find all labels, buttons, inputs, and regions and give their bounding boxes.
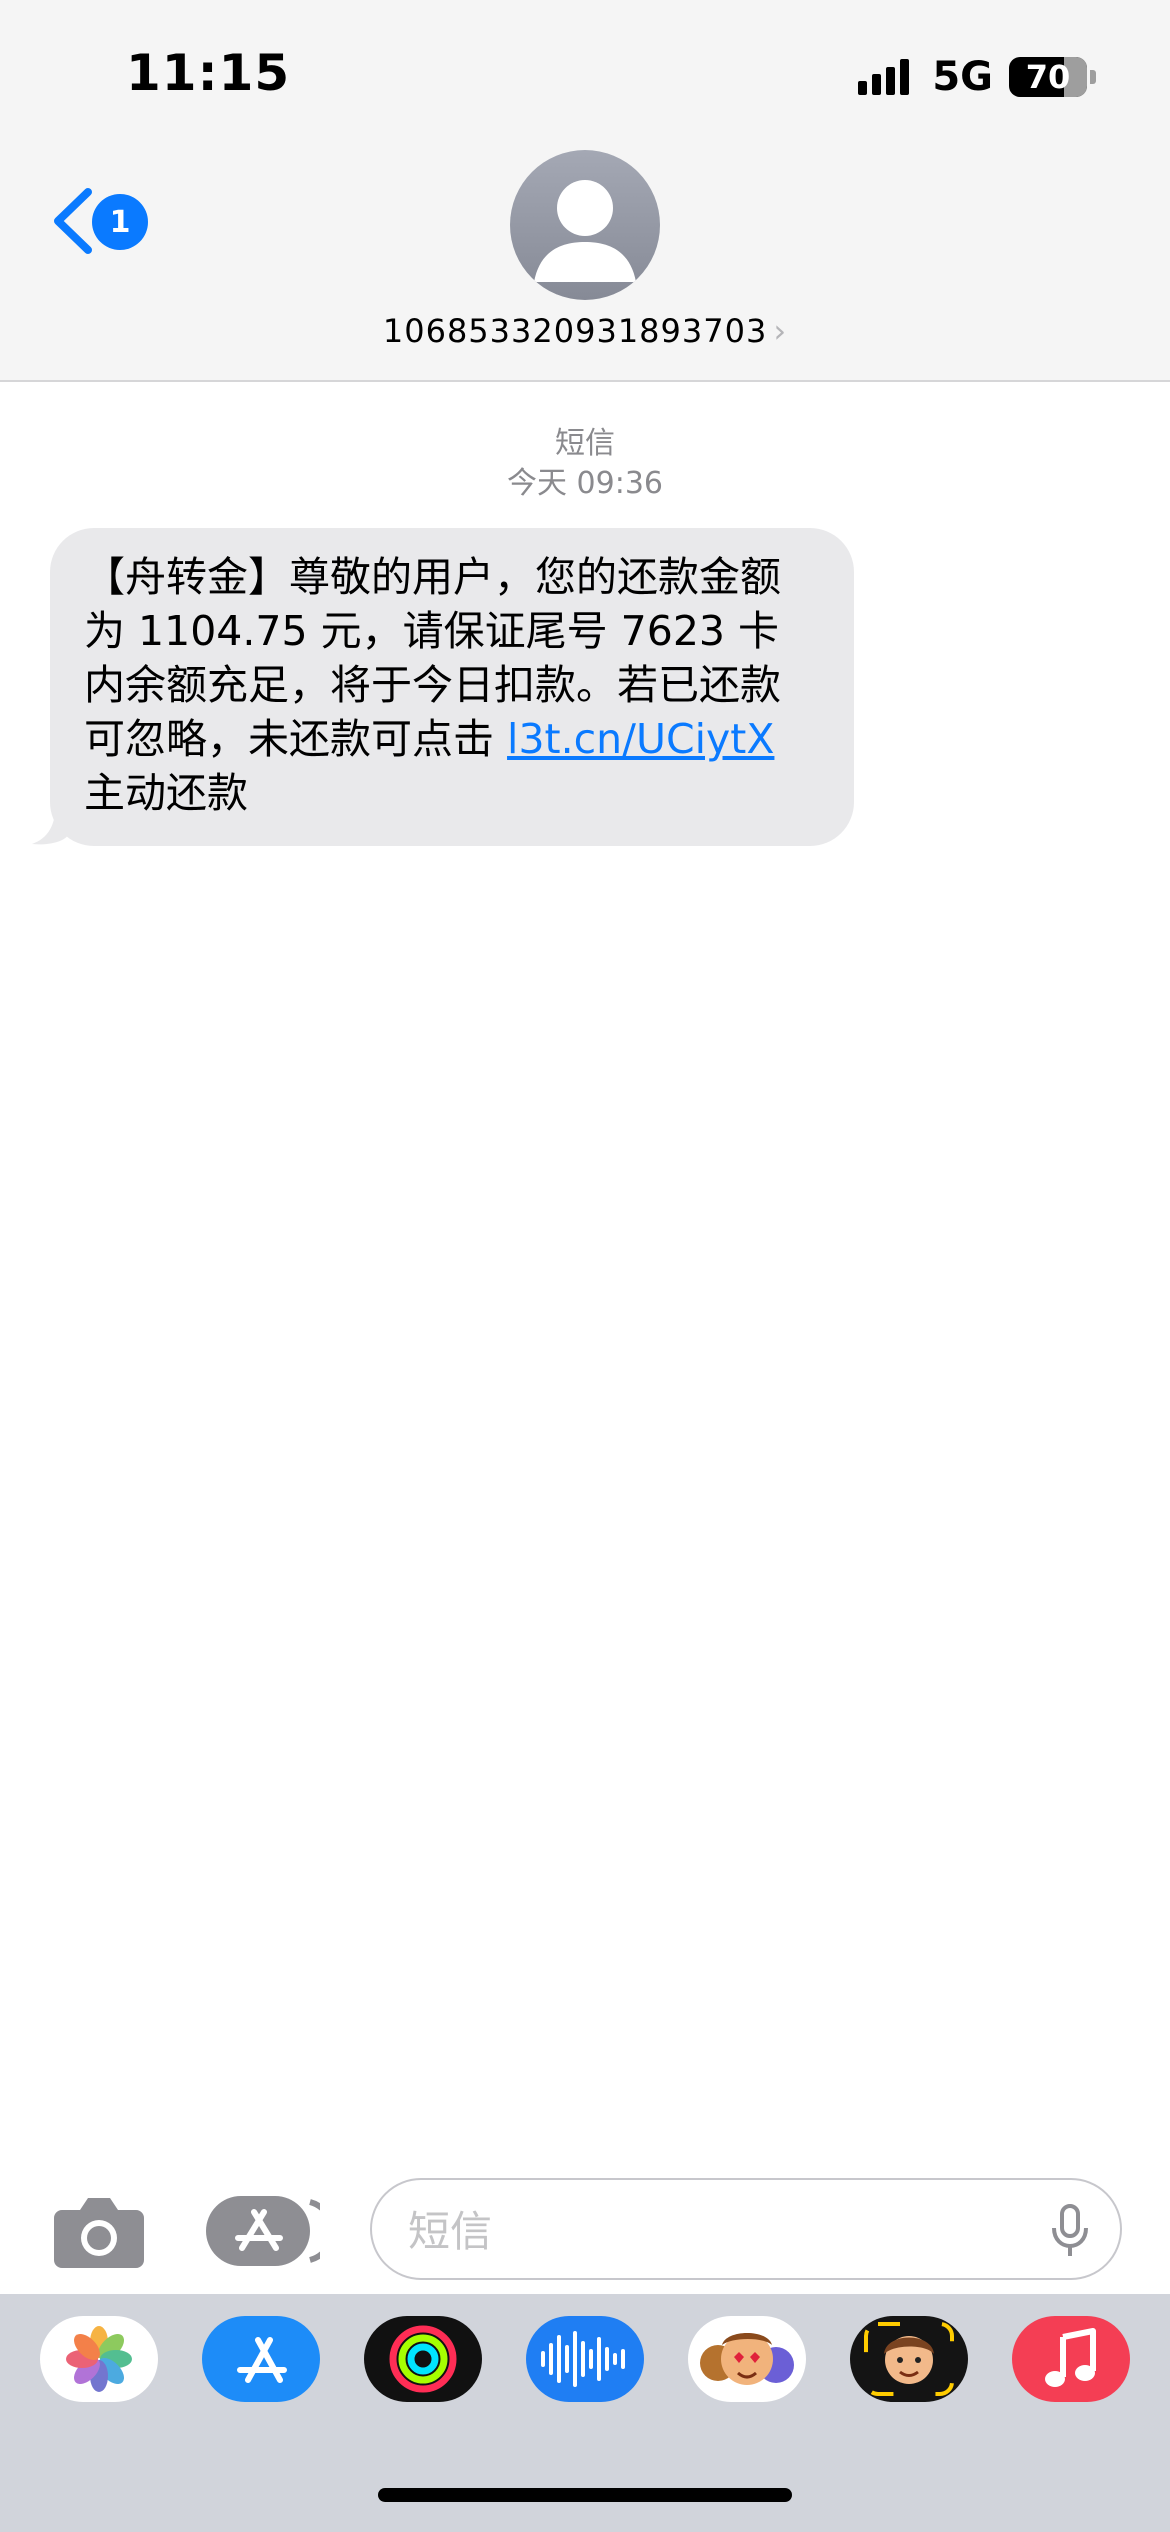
app-store-icon [206,2196,336,2266]
memoji-icon [864,2322,954,2396]
photos-icon [66,2326,132,2392]
message-text-end: 主动还款 [84,769,248,817]
photos-app-button[interactable] [40,2316,158,2402]
chevron-right-icon: › [773,312,788,350]
apps-button[interactable] [206,2196,336,2266]
activity-rings-icon [389,2325,457,2393]
contact-avatar[interactable] [510,150,660,300]
contact-number: 106853320931893703 [382,312,768,350]
app-store-icon [237,2337,287,2383]
fitness-app-button[interactable] [364,2316,482,2402]
camera-icon [54,2198,144,2268]
unread-count-badge[interactable]: 1 [92,194,148,250]
battery-icon: 70 [1009,57,1087,97]
camera-button[interactable] [52,2192,146,2270]
cellular-signal-icon [858,59,914,95]
memoji-app-button[interactable] [850,2316,968,2402]
battery-cap [1090,70,1096,84]
home-indicator[interactable] [378,2488,792,2502]
incoming-message-bubble[interactable]: 【舟转金】尊敬的用户，您的还款金额为 1104.75 元，请保证尾号 7623 … [50,528,854,846]
status-indicators: 5G 70 [858,52,1096,102]
music-note-icon [1045,2328,1096,2387]
music-app-button[interactable] [1012,2316,1130,2402]
contact-name[interactable]: 106853320931893703 › [0,312,1170,350]
audio-message-app-button[interactable] [526,2316,644,2402]
status-time: 11:15 [126,44,291,102]
message-input-bar [0,2170,1170,2292]
waveform-icon [541,2331,625,2387]
conversation-header: 11:15 5G 70 1 106853320931893703 › [0,0,1170,382]
message-timestamp: 今天 09:36 [507,466,663,501]
chevron-left-icon [54,188,92,254]
message-input[interactable] [406,2200,1010,2262]
battery-percentage: 70 [1025,58,1071,96]
network-type: 5G [932,54,993,100]
microphone-icon[interactable] [1050,2204,1090,2258]
app-store-app-button[interactable] [202,2316,320,2402]
message-text-field[interactable] [370,2178,1122,2280]
message-link[interactable]: l3t.cn/UCiytX [507,715,774,763]
person-icon [534,180,636,282]
message-service-label: 短信 [555,426,615,461]
memoji-stickers-app-button[interactable] [688,2316,806,2402]
memoji-stickers-icon [700,2333,794,2385]
